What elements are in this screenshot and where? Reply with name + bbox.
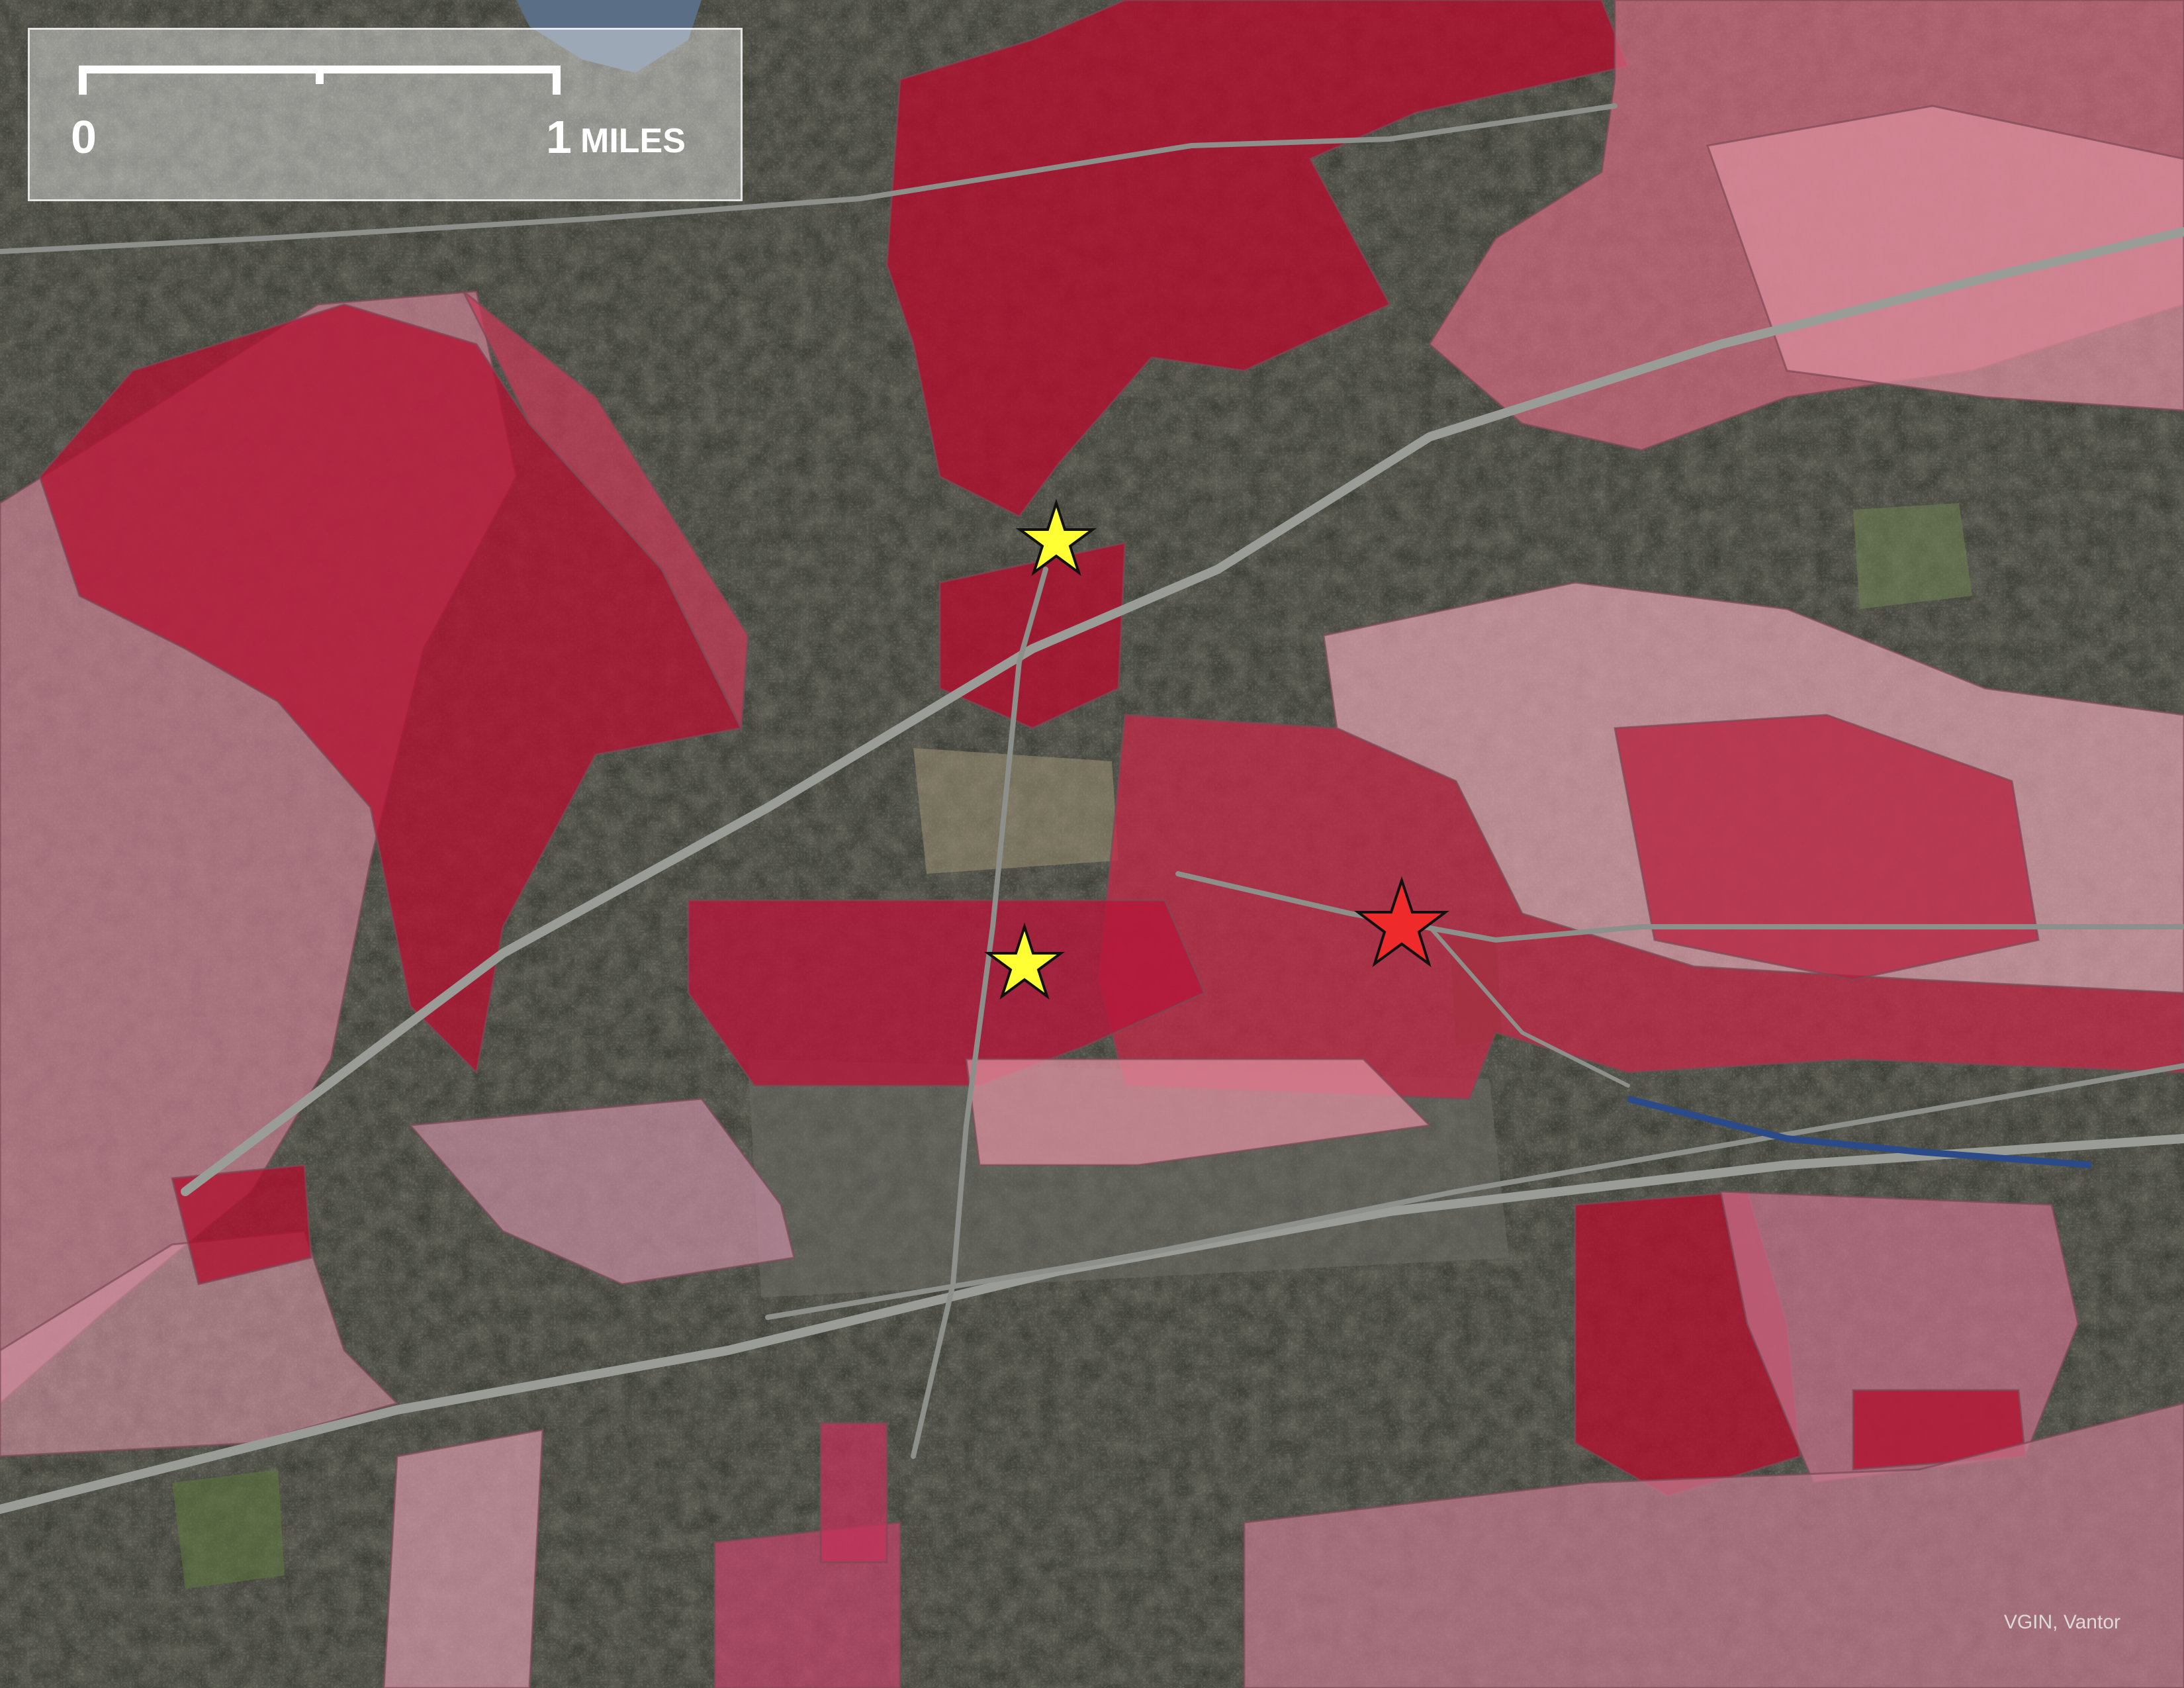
zone-bottom-small — [819, 1422, 888, 1564]
map-attribution: VGIN, Vantor — [2003, 1611, 2120, 1633]
construction-site — [913, 748, 1118, 874]
map-canvas[interactable] — [0, 0, 2184, 1688]
scale-bar — [79, 66, 561, 95]
map-view[interactable]: 0 1 MILES VGIN, Vantor — [0, 0, 2184, 1688]
zone-bottom-west — [383, 1429, 544, 1688]
sports-fields — [1853, 503, 1972, 609]
scale-end-label: 1 — [546, 111, 572, 163]
field — [172, 1470, 285, 1589]
scale-tick-start — [79, 66, 87, 95]
scale-start-label: 0 — [71, 111, 97, 163]
scale-bar-panel: 0 1 MILES — [28, 28, 743, 201]
scale-tick-mid — [316, 66, 324, 84]
scale-unit-label: MILES — [580, 122, 686, 160]
scale-tick-end — [553, 66, 561, 95]
